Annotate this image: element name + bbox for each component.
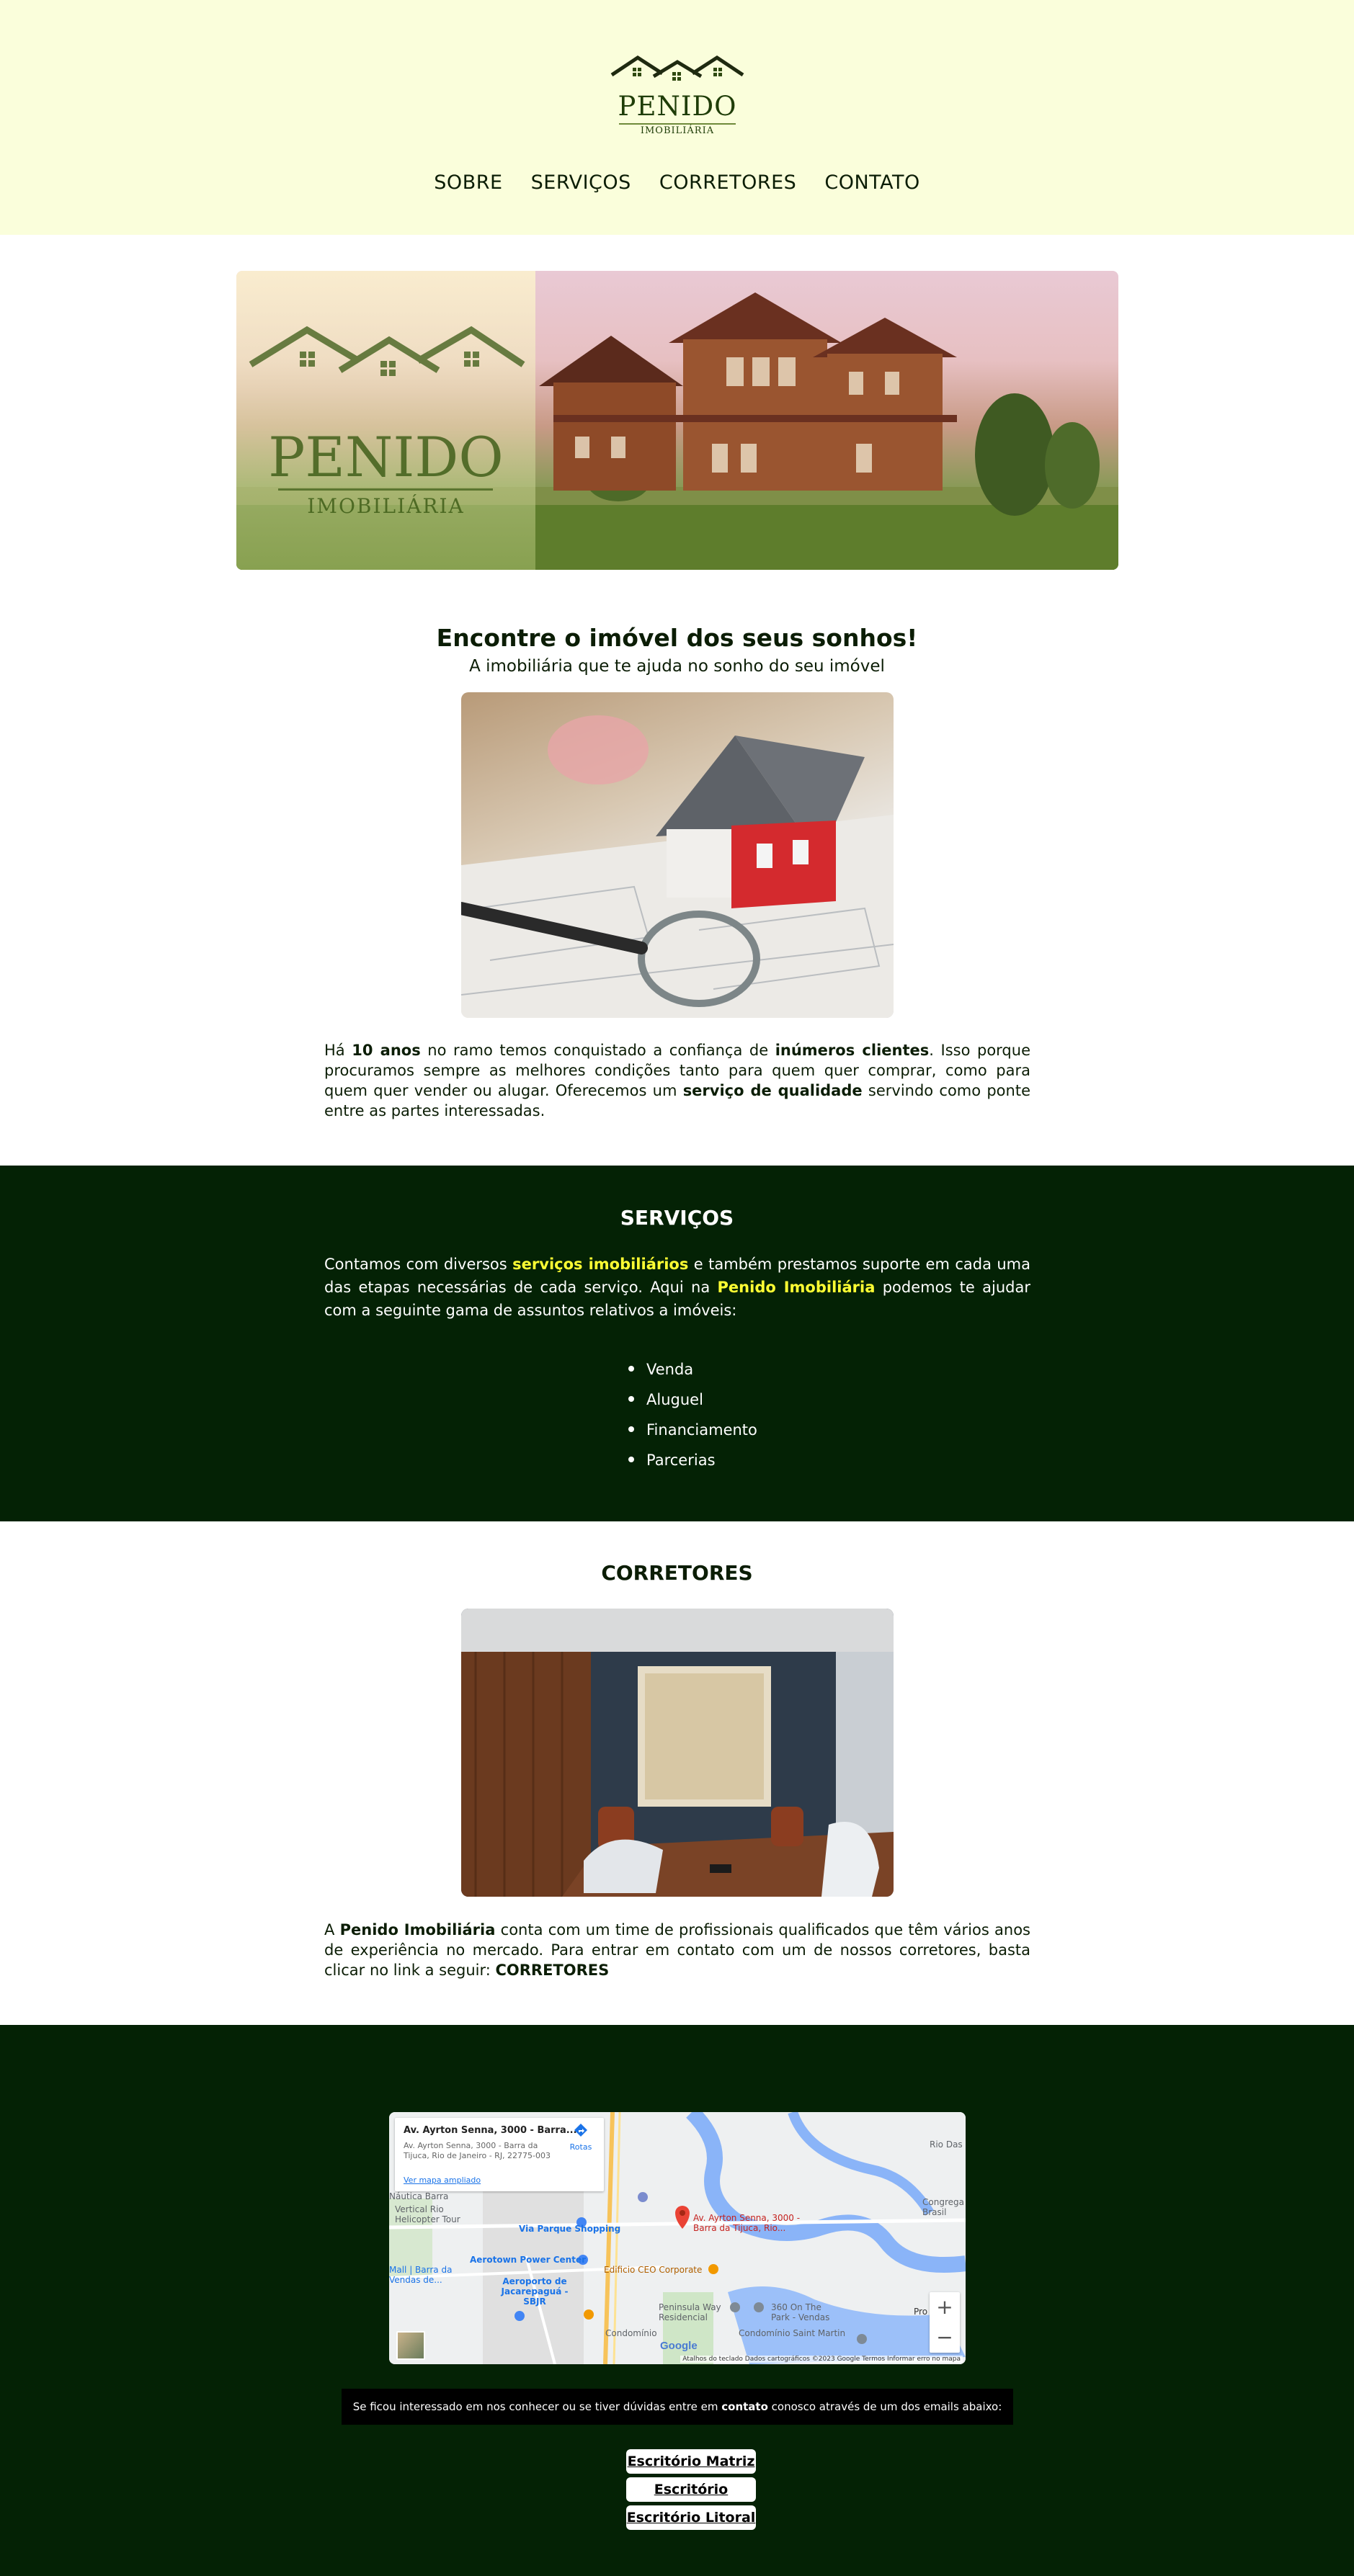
bullet-icon	[628, 1366, 634, 1372]
map-label-aerotown: Aerotown Power Center	[470, 2255, 587, 2265]
intro-clients: inúmeros clientes	[775, 1042, 930, 1059]
map-label-congrega: Congrega Brasil	[922, 2197, 964, 2217]
logo-subtitle: IMOBILIÁRIA	[640, 125, 715, 136]
map-label-rio-das: Rio Das	[930, 2139, 963, 2150]
intro-paragraph: Há 10 anos no ramo temos conquistado a c…	[324, 1042, 1030, 1119]
service-item-financiamento: Financiamento	[628, 1415, 757, 1445]
map-label-peninsula: Peninsula Way Residencial	[659, 2302, 721, 2322]
map-label-condominio: Condomínio	[605, 2328, 657, 2338]
map-place-card: Av. Ayrton Senna, 3000 - Barra... Av. Ay…	[395, 2118, 604, 2191]
google-logo: Google	[660, 2340, 698, 2352]
directions-label: Rotas	[569, 2142, 592, 2152]
directions-button[interactable]: Rotas	[565, 2122, 597, 2152]
map-attribution[interactable]: Atalhos do teclado Dados cartográficos ©…	[680, 2356, 963, 2363]
directions-icon	[574, 2124, 587, 2137]
intro-subtitle: A imobiliária que te ajuda no sonho do s…	[469, 657, 885, 676]
zoom-out-button[interactable]: −	[930, 2322, 960, 2353]
bullet-icon	[628, 1457, 634, 1462]
map-label-edificio-ceo: Edificio CEO Corporate	[604, 2265, 703, 2275]
brokers-link[interactable]: CORRETORES	[495, 1962, 609, 1979]
intro-quality: serviço de qualidade	[682, 1082, 863, 1099]
brokers-paragraph: A Penido Imobiliária conta com um time d…	[324, 1921, 1030, 1979]
map-label-pro: Pro	[914, 2307, 928, 2317]
map-label-via-parque: Via Parque Shopping	[519, 2224, 621, 2234]
map-label-saint-martin: Condomínio Saint Martin	[739, 2328, 846, 2338]
services-section: SERVIÇOS Contamos com diversos serviços …	[0, 1166, 1354, 1521]
nav-link-sobre[interactable]: SOBRE	[434, 171, 502, 194]
brokers-company: Penido Imobiliária	[339, 1921, 496, 1938]
nav-link-corretores[interactable]: CORRETORES	[659, 171, 796, 194]
map-zoom-control: + −	[930, 2292, 960, 2353]
office-matriz-button[interactable]: Escritório Matriz	[626, 2449, 756, 2474]
highlight-services: serviços imobiliários	[512, 1256, 689, 1273]
bullet-icon	[628, 1396, 634, 1402]
office-photo	[461, 1609, 894, 1897]
banner-logo-subtitle: IMOBILIÁRIA	[307, 494, 465, 518]
intro-years: 10 anos	[352, 1042, 421, 1059]
main-nav: SOBRE SERVIÇOS CORRETORES CONTATO	[0, 171, 1354, 194]
office-centro-button[interactable]: Escritório Centro	[626, 2477, 756, 2522]
map-card-address: Av. Ayrton Senna, 3000 - Barra da Tijuca…	[404, 2141, 551, 2160]
bullet-icon	[628, 1426, 634, 1432]
view-larger-map-link[interactable]: Ver mapa ampliado	[404, 2175, 481, 2185]
contact-footer: Náutica Barra Vertical Rio Helicopter To…	[0, 2025, 1354, 2576]
contact-notice: Se ficou interessado em nos conhecer ou …	[342, 2389, 1013, 2425]
hero-banner: PENIDO IMOBILIÁRIA	[236, 271, 1118, 570]
contact-bold: contato	[721, 2400, 768, 2413]
banner-logo-overlay: PENIDO IMOBILIÁRIA	[236, 271, 535, 570]
office-litoral-button[interactable]: Escritório Litoral	[626, 2505, 756, 2530]
map-label-360-park: 360 On The Park - Vendas	[771, 2302, 830, 2322]
service-item-parcerias: Parcerias	[628, 1445, 757, 1475]
logo-name: PENIDO	[618, 91, 737, 122]
map-card-title: Av. Ayrton Senna, 3000 - Barra...	[404, 2125, 577, 2136]
brokers-title: CORRETORES	[601, 1561, 753, 1585]
nav-link-contato[interactable]: CONTATO	[824, 171, 919, 194]
site-logo[interactable]: PENIDO IMOBILIÁRIA	[609, 49, 746, 141]
service-item-aluguel: Aluguel	[628, 1385, 757, 1415]
highlight-company: Penido Imobiliária	[717, 1279, 876, 1296]
intro-title: Encontre o imóvel dos seus sonhos!	[436, 624, 918, 652]
banner-roofs-icon	[249, 326, 525, 376]
map-thumbnail[interactable]	[396, 2331, 425, 2360]
logo-divider	[619, 123, 736, 125]
map-pin-label: Av. Ayrton Senna, 3000 - Barra da Tijuca…	[693, 2213, 801, 2233]
services-list: Venda Aluguel Financiamento Parcerias	[628, 1354, 757, 1475]
site-header: PENIDO IMOBILIÁRIA SOBRE SERVIÇOS CORRET…	[0, 0, 1354, 235]
house-model-illustration	[461, 715, 894, 1018]
map-label-nautica: Náutica Barra	[389, 2191, 449, 2201]
banner-logo-name: PENIDO	[268, 425, 504, 489]
office-illustration	[461, 1609, 894, 1897]
map-label-mall: Mall | Barra da Vendas de...	[389, 2265, 453, 2285]
house-model-photo	[461, 692, 894, 1018]
nav-link-servicos[interactable]: SERVIÇOS	[531, 171, 631, 194]
zoom-in-button[interactable]: +	[930, 2292, 960, 2322]
map-label-aeroporto: Aeroporto de Jacarepaguá - SBJR	[501, 2276, 569, 2307]
service-item-venda: Venda	[628, 1354, 757, 1385]
banner-logo-divider	[278, 488, 493, 491]
google-map[interactable]: Náutica Barra Vertical Rio Helicopter To…	[389, 2112, 966, 2364]
services-paragraph: Contamos com diversos serviços imobiliár…	[324, 1256, 1031, 1319]
services-title: SERVIÇOS	[620, 1206, 734, 1230]
map-label-helicopter: Vertical Rio Helicopter Tour	[395, 2204, 460, 2224]
